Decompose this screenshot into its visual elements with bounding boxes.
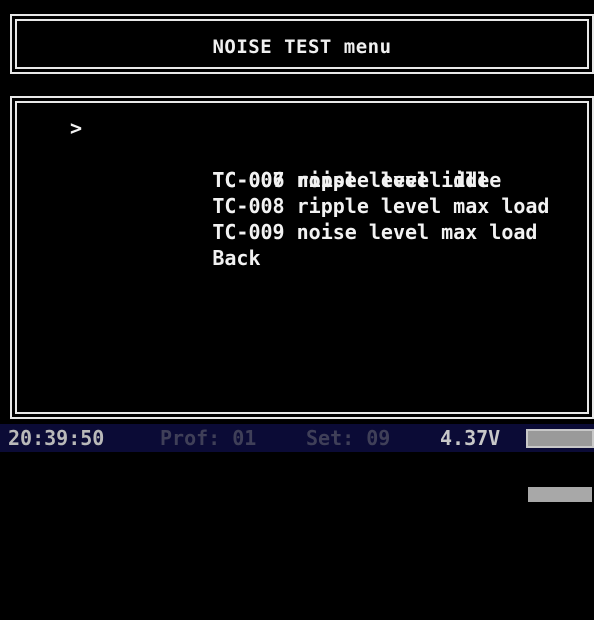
status-profile: Prof: 01 bbox=[160, 426, 257, 450]
menu-item-tc-008[interactable]: TC-008 ripple level max load bbox=[70, 167, 549, 218]
status-set: Set: 09 bbox=[306, 426, 391, 450]
menu-list: > TC-006 noise level idle TC-007 ripple … bbox=[70, 115, 549, 270]
title-panel: NOISE TEST menu bbox=[10, 14, 594, 74]
selection-cursor-icon: > bbox=[70, 116, 83, 140]
menu-item-label: Back bbox=[212, 246, 261, 270]
menu-item-tc-009[interactable]: TC-009 noise level max load bbox=[70, 193, 549, 244]
status-voltage: 4.37V bbox=[440, 426, 501, 450]
menu-title: NOISE TEST menu bbox=[212, 36, 392, 58]
menu-item-tc-006[interactable]: > TC-006 noise level idle bbox=[70, 115, 549, 192]
status-time: 20:39:50 bbox=[8, 426, 105, 450]
menu-item-back[interactable]: Back bbox=[70, 219, 549, 270]
terminal-screen: NOISE TEST menu > TC-006 noise level idl… bbox=[0, 0, 594, 502]
menu-panel: > TC-006 noise level idle TC-007 ripple … bbox=[10, 96, 594, 419]
status-level-bar bbox=[526, 429, 594, 502]
status-bar: 20:39:50 Prof: 01 Set: 09 4.37V bbox=[0, 424, 594, 502]
menu-item-tc-007[interactable]: TC-007 ripple level idle bbox=[70, 141, 549, 192]
status-level-fill bbox=[528, 487, 592, 502]
